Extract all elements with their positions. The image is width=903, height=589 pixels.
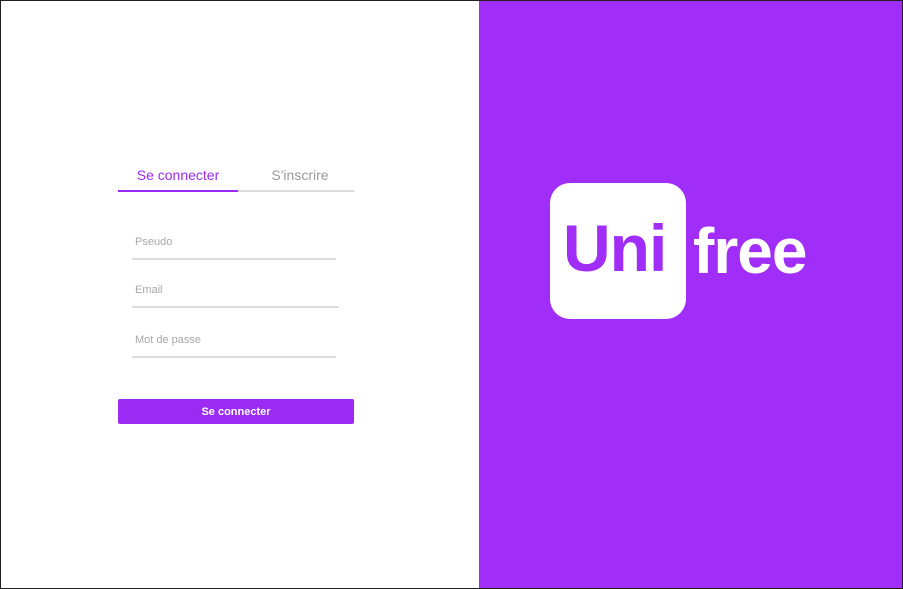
pseudo-field-wrapper (132, 228, 339, 260)
tab-login-label: Se connecter (136, 167, 220, 183)
active-tab-indicator (118, 190, 238, 192)
logo-text-uni: Uni (563, 211, 667, 285)
email-field-wrapper (132, 276, 342, 308)
login-panel: Se connecter S'inscrire Se connecter (1, 1, 479, 588)
tab-signup-label: S'inscrire (271, 167, 329, 183)
logo-badge: Uni (550, 183, 686, 319)
tab-login[interactable]: Se connecter (118, 161, 238, 192)
email-input[interactable] (132, 276, 342, 304)
password-field-wrapper (132, 326, 339, 358)
unifree-logo: Uni free (550, 183, 840, 319)
app-window: Se connecter S'inscrire Se connecter Uni… (0, 0, 903, 589)
pseudo-input[interactable] (132, 228, 339, 256)
brand-panel: Uni free (479, 1, 902, 588)
logo-text-free: free (693, 215, 807, 287)
auth-tabs: Se connecter S'inscrire (118, 161, 354, 192)
login-submit-button[interactable]: Se connecter (118, 399, 354, 424)
tab-signup[interactable]: S'inscrire (246, 161, 354, 192)
password-input[interactable] (132, 326, 339, 354)
